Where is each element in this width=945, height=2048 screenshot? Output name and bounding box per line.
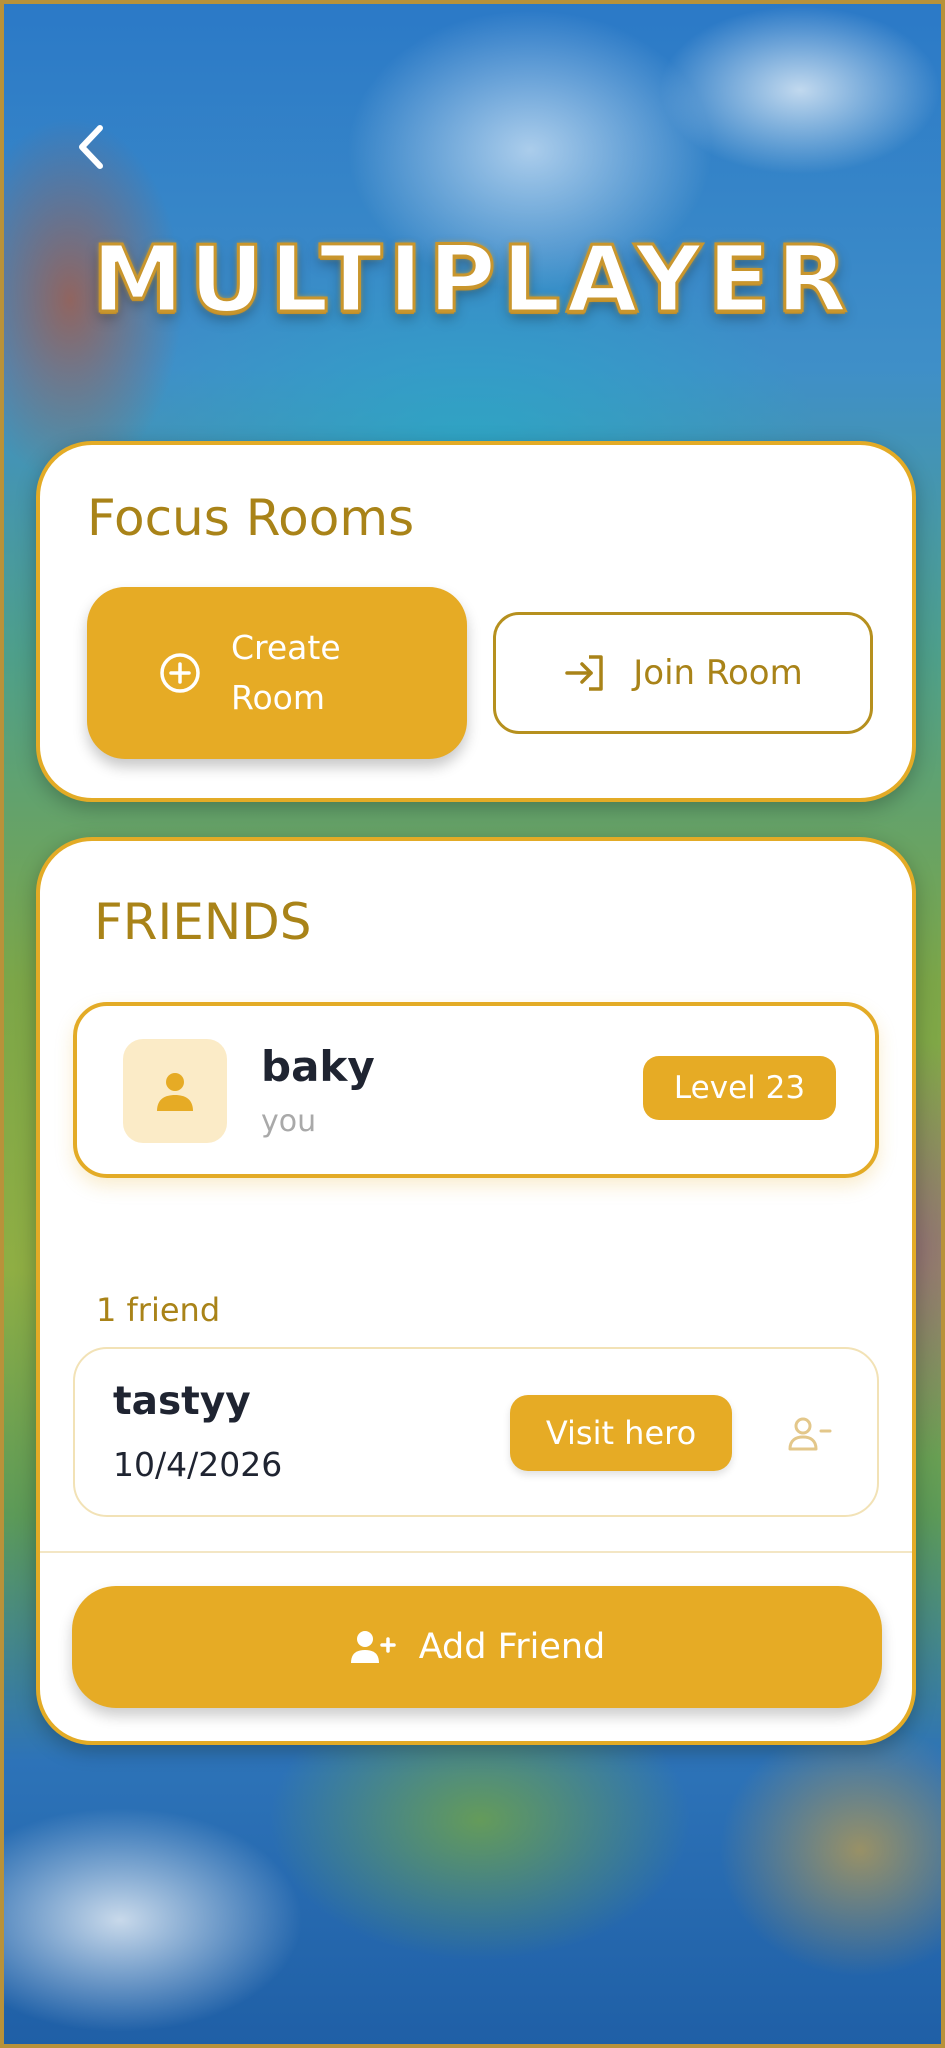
page-title: MULTIPLAYER [90, 225, 854, 335]
user-plus-icon [350, 1631, 396, 1663]
divider [40, 1551, 912, 1553]
join-room-button[interactable]: Join Room [493, 612, 873, 734]
friend-date: 10/4/2026 [113, 1445, 283, 1484]
user-minus-icon [788, 1417, 832, 1451]
focus-rooms-title: Focus Rooms [87, 489, 415, 547]
list-item: tastyy 10/4/2026 Visit hero [73, 1347, 879, 1517]
chevron-left-icon [79, 125, 103, 169]
visit-hero-button[interactable]: Visit hero [510, 1395, 732, 1471]
level-badge: Level 23 [643, 1056, 836, 1120]
create-room-button[interactable]: Create Room [87, 587, 467, 759]
current-user-subtitle: you [261, 1104, 317, 1139]
focus-rooms-card: Focus Rooms Create Room Join Room [36, 441, 916, 802]
avatar [123, 1039, 227, 1143]
back-button[interactable] [66, 122, 116, 172]
friend-count: 1 friend [96, 1291, 221, 1329]
current-user-row: baky you Level 23 [73, 1002, 879, 1178]
create-room-label: Create Room [231, 628, 341, 717]
user-icon [157, 1073, 193, 1111]
friends-title: FRIENDS [94, 893, 312, 951]
plus-circle-icon [160, 653, 200, 693]
join-room-label: Join Room [633, 653, 803, 693]
remove-friend-button[interactable] [785, 1409, 835, 1459]
friends-card: FRIENDS baky you Level 23 1 friend tasty… [36, 837, 916, 1745]
login-arrow-icon [565, 655, 604, 691]
add-friend-label: Add Friend [418, 1627, 606, 1667]
add-friend-button[interactable]: Add Friend [72, 1586, 882, 1708]
friend-name: tastyy [113, 1379, 251, 1424]
current-user-name: baky [261, 1042, 375, 1091]
